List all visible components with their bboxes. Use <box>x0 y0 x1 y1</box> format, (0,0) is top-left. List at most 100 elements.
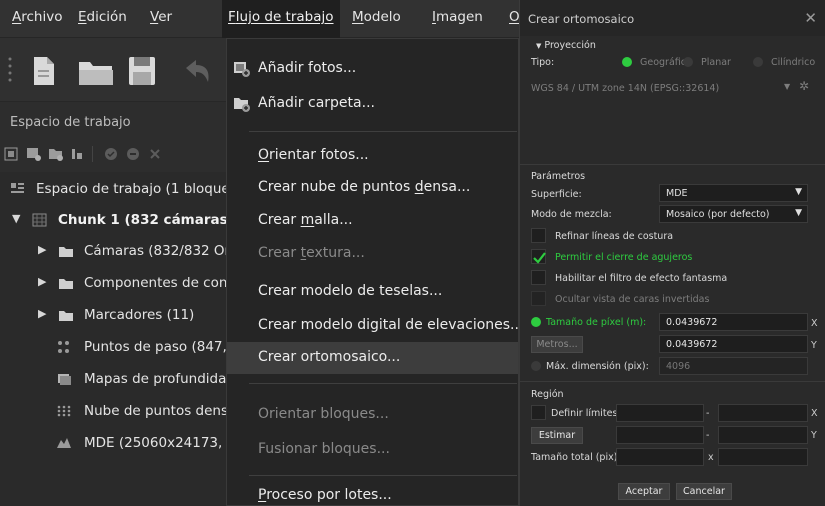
tree-row-workspace[interactable]: Espacio de trabajo (1 bloque, <box>0 178 232 202</box>
radio-cylindrical[interactable] <box>753 57 763 67</box>
axis-y-label: Y <box>811 340 817 351</box>
menu-item-merge-chunks[interactable]: Fusionar bloques... <box>227 434 518 466</box>
folder-icon <box>58 244 74 258</box>
pixel-size-x-input[interactable]: 0.0439672 <box>659 313 808 331</box>
estimate-button[interactable]: Estimar <box>531 427 583 444</box>
open-folder-icon[interactable] <box>78 58 114 90</box>
save-icon[interactable] <box>128 56 156 90</box>
size-times: x <box>708 452 714 463</box>
menu-item-add-photos[interactable]: Añadir fotos... <box>227 53 518 85</box>
blend-mode-label: Modo de mezcla: <box>531 209 612 220</box>
menu-item-build-mesh[interactable]: Crear malla... <box>227 205 518 237</box>
build-orthomosaic-dialog: Crear ortomosaico ✕ ▼ Proyección Tipo: G… <box>519 0 825 506</box>
menu-item-build-texture[interactable]: Crear textura... <box>227 238 518 270</box>
range-dash: - <box>706 408 710 419</box>
cull-faces-checkbox[interactable] <box>531 291 546 306</box>
total-size-label: Tamaño total (pix): <box>531 452 621 463</box>
menu-edicion[interactable]: Edición <box>78 9 127 25</box>
menu-archivo[interactable]: Archivo <box>12 9 62 25</box>
tree-row-markers[interactable]: ▶ Marcadores (11) <box>0 304 232 328</box>
workflow-dropdown-menu: Añadir fotos... Añadir carpeta... Orient… <box>226 38 523 506</box>
region-x-max-input[interactable] <box>718 404 808 422</box>
collapse-arrow-icon: ▼ <box>536 42 542 50</box>
radio-planar[interactable] <box>683 57 693 67</box>
divider <box>520 164 825 165</box>
tie-points-icon <box>56 340 72 354</box>
tree-row-cameras[interactable]: ▶ Cámaras (832/832 Ori <box>0 240 232 264</box>
add-photos-icon <box>233 61 250 77</box>
projection-section-header[interactable]: ▼ Proyección <box>536 40 596 51</box>
dialog-title: Crear ortomosaico <box>528 12 635 26</box>
max-dimension-input[interactable]: 4096 <box>659 357 808 375</box>
accept-button[interactable]: Aceptar <box>618 483 670 500</box>
workspace-toolbar <box>0 138 232 168</box>
divider <box>520 381 825 382</box>
new-document-icon[interactable] <box>32 56 56 90</box>
menu-item-build-tiled-model[interactable]: Crear modelo de teselas... <box>227 276 518 308</box>
enable-icon[interactable] <box>104 146 118 160</box>
menu-bar: Archivo Edición Ver Flujo de trabajo Mod… <box>0 0 520 38</box>
refine-seamlines-checkbox[interactable] <box>531 228 546 243</box>
cancel-button[interactable]: Cancelar <box>676 483 732 500</box>
menu-imagen[interactable]: Imagen <box>432 9 483 25</box>
menu-ver[interactable]: Ver <box>150 9 172 25</box>
workspace-title: Espacio de trabajo <box>10 115 131 130</box>
crs-dropdown-caret-icon[interactable]: ▼ <box>784 82 790 91</box>
axis-x-label: X <box>811 318 818 329</box>
hole-filling-checkbox[interactable] <box>531 249 546 264</box>
menu-item-add-folder[interactable]: Añadir carpeta... <box>227 88 518 120</box>
crs-settings-icon[interactable]: ✲ <box>799 79 809 93</box>
region-y-max-input[interactable] <box>718 426 808 444</box>
add-photos-small-icon[interactable] <box>26 146 41 161</box>
menu-item-build-orthomosaic[interactable]: Crear ortomosaico... <box>227 342 518 374</box>
undo-icon[interactable] <box>182 58 212 88</box>
radio-max-dimension[interactable] <box>531 361 541 371</box>
type-label: Tipo: <box>531 57 555 68</box>
menu-item-batch-process[interactable]: Proceso por lotes... <box>227 480 518 506</box>
add-folder-icon <box>233 96 250 112</box>
tree-row-depth-maps[interactable]: Mapas de profundida <box>0 368 232 392</box>
menu-item-align-chunks[interactable]: Orientar bloques... <box>227 399 518 431</box>
disable-icon[interactable] <box>126 146 140 160</box>
crs-select[interactable]: WGS 84 / UTM zone 14N (EPSG::32614) <box>531 83 719 94</box>
expand-down-icon[interactable]: ▼ <box>12 212 20 225</box>
menu-item-build-dem[interactable]: Crear modelo digital de elevaciones... <box>227 310 523 342</box>
hole-filling-label: Permitir el cierre de agujeros <box>555 252 693 263</box>
radio-geographic[interactable] <box>622 57 632 67</box>
menu-item-align-photos[interactable]: Orientar fotos... <box>227 140 518 172</box>
expand-right-icon[interactable]: ▶ <box>38 243 46 256</box>
define-limits-checkbox[interactable] <box>531 405 546 420</box>
tree-row-dense-cloud[interactable]: Nube de puntos dens <box>0 400 232 424</box>
blend-mode-select[interactable]: Mosaico (por defecto) ▼ <box>659 205 808 223</box>
ghosting-filter-checkbox[interactable] <box>531 270 546 285</box>
cull-faces-label: Ocultar vista de caras invertidas <box>555 294 710 305</box>
radio-pixel-size[interactable] <box>531 317 541 327</box>
ghosting-filter-label: Habilitar el filtro de efecto fantasma <box>555 273 728 284</box>
add-chunk-icon[interactable] <box>4 146 18 161</box>
workspace-tree: Espacio de trabajo (1 bloque, ▼ Chunk 1 … <box>0 172 232 506</box>
total-size-width-input[interactable] <box>616 448 704 466</box>
close-icon[interactable]: ✕ <box>804 9 817 27</box>
pixel-size-y-input[interactable]: 0.0439672 <box>659 335 808 353</box>
meters-button[interactable]: Metros... <box>531 336 583 353</box>
tree-row-components[interactable]: ▶ Componentes de con <box>0 272 232 296</box>
tree-row-chunk[interactable]: ▼ Chunk 1 (832 cámaras, 1 <box>0 209 232 233</box>
region-x-min-input[interactable] <box>616 404 704 422</box>
app-window: Archivo Edición Ver Flujo de trabajo Mod… <box>0 0 825 506</box>
expand-right-icon[interactable]: ▶ <box>38 307 46 320</box>
remove-icon[interactable] <box>148 146 162 160</box>
axis-y-label: Y <box>811 430 817 441</box>
add-marker-small-icon[interactable] <box>70 146 84 160</box>
expand-right-icon[interactable]: ▶ <box>38 275 46 288</box>
surface-select[interactable]: MDE ▼ <box>659 184 808 202</box>
surface-label: Superficie: <box>531 189 582 200</box>
menu-modelo[interactable]: Modelo <box>352 9 401 25</box>
add-folder-small-icon[interactable] <box>48 146 63 161</box>
menu-item-build-dense-cloud[interactable]: Crear nube de puntos densa... <box>227 172 518 204</box>
menu-flujo-de-trabajo[interactable]: Flujo de trabajo <box>228 9 334 25</box>
tree-row-dem[interactable]: MDE (25060x24173, 8. <box>0 432 232 456</box>
menu-separator <box>249 131 517 132</box>
total-size-height-input[interactable] <box>718 448 808 466</box>
region-y-min-input[interactable] <box>616 426 704 444</box>
tree-row-tie-points[interactable]: Puntos de paso (847,7 <box>0 336 232 360</box>
